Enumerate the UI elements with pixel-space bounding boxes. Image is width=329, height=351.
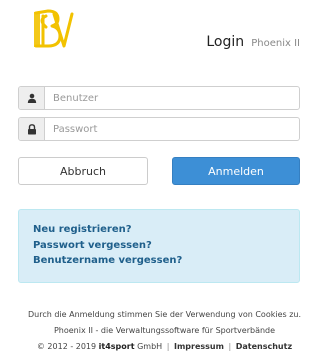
title-subtitle: Phoenix II — [251, 38, 300, 49]
company-name: it4sport — [98, 342, 135, 351]
login-button[interactable]: Anmelden — [172, 157, 300, 185]
page-title: Login Phoenix II — [206, 31, 300, 50]
login-page: Login Phoenix II Abbruch Anmelden Neu re… — [0, 0, 329, 351]
cancel-button[interactable]: Abbruch — [18, 157, 148, 185]
copyright-line: © 2012 - 2019 it4sport GmbH | Impressum … — [0, 339, 329, 351]
username-field-group — [18, 86, 300, 110]
password-input[interactable] — [45, 118, 299, 140]
register-link[interactable]: Neu registrieren? — [33, 222, 299, 238]
company-suffix: GmbH — [137, 342, 163, 351]
title-main: Login — [206, 34, 245, 50]
copyright-text: © 2012 - 2019 — [36, 342, 97, 351]
help-links-box: Neu registrieren? Passwort vergessen? Be… — [18, 209, 300, 283]
forgot-password-link[interactable]: Passwort vergessen? — [33, 238, 299, 254]
tagline: Phoenix II - die Verwaltungssoftware für… — [53, 326, 276, 335]
datenschutz-link[interactable]: Datenschutz — [236, 342, 292, 351]
footer-separator: | — [166, 342, 170, 351]
bsv-logo — [28, 6, 76, 54]
lock-icon — [19, 118, 45, 140]
username-input[interactable] — [45, 87, 299, 109]
footer: Durch die Anmeldung stimmen Sie der Verw… — [0, 307, 329, 351]
impressum-link[interactable]: Impressum — [174, 342, 224, 351]
user-icon — [19, 87, 45, 109]
password-field-group — [18, 117, 300, 141]
footer-separator: | — [228, 342, 232, 351]
cookie-notice: Durch die Anmeldung stimmen Sie der Verw… — [27, 310, 302, 319]
forgot-username-link[interactable]: Benutzername vergessen? — [33, 253, 299, 269]
